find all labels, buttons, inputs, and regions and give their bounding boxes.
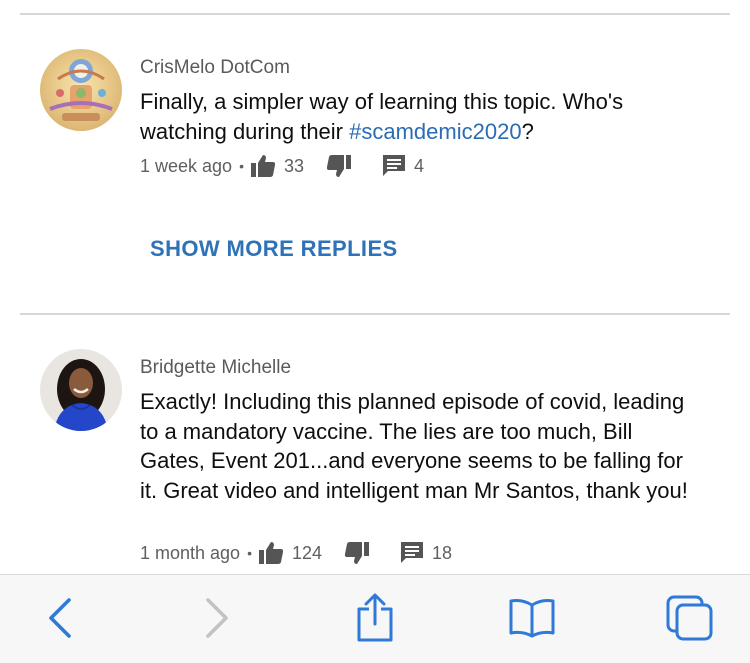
forward-button[interactable]: [187, 593, 247, 643]
like-button[interactable]: [250, 154, 276, 178]
avatar[interactable]: [40, 349, 122, 431]
share-button[interactable]: [345, 593, 405, 643]
back-button[interactable]: [30, 593, 90, 643]
comment-text-end: ?: [521, 118, 534, 144]
show-more-replies-button[interactable]: SHOW MORE REPLIES: [150, 236, 398, 262]
reply-count: 18: [432, 542, 453, 563]
comment-meta: 1 week ago • 33 4: [140, 152, 424, 180]
dislike-button[interactable]: [326, 154, 352, 178]
comment-author[interactable]: Bridgette Michelle: [140, 357, 291, 379]
thumbs-up-icon: [258, 542, 284, 564]
tabs-icon: [666, 595, 713, 641]
like-count: 124: [291, 542, 323, 563]
meta-separator: •: [239, 158, 244, 174]
tabs-button[interactable]: [660, 593, 720, 643]
comment-divider: [20, 313, 730, 315]
browser-toolbar: [0, 574, 750, 663]
meta-separator: •: [247, 545, 252, 561]
thumbs-up-icon: [250, 155, 276, 177]
reply-count: 4: [414, 155, 425, 176]
comment-time: 1 month ago: [140, 542, 241, 563]
back-chevron-icon: [49, 598, 71, 638]
comment-text: Exactly! Including this planned episode …: [140, 389, 688, 503]
like-count: 33: [283, 155, 305, 176]
comment-bubble-icon: [383, 155, 406, 176]
bookmarks-icon: [509, 599, 555, 638]
comment-bubble-icon: [401, 542, 424, 563]
thumbs-down-icon: [344, 542, 370, 564]
share-icon: [357, 593, 393, 642]
like-button[interactable]: [258, 541, 284, 565]
forward-chevron-icon: [206, 598, 228, 638]
hashtag-link[interactable]: #scamdemic2020: [349, 119, 521, 144]
bookmarks-button[interactable]: [502, 593, 562, 643]
top-divider: [20, 13, 730, 15]
thumbs-down-icon: [326, 155, 352, 177]
reply-button[interactable]: [400, 541, 424, 565]
comment-author[interactable]: CrisMelo DotCom: [140, 57, 290, 79]
comment-time: 1 week ago: [140, 155, 233, 176]
avatar[interactable]: [40, 49, 122, 131]
dislike-button[interactable]: [344, 541, 370, 565]
reply-button[interactable]: [382, 154, 406, 178]
comment-text: Finally, a simpler way of learning this …: [140, 87, 700, 146]
comment-meta: 1 month ago • 124 18: [140, 539, 452, 567]
